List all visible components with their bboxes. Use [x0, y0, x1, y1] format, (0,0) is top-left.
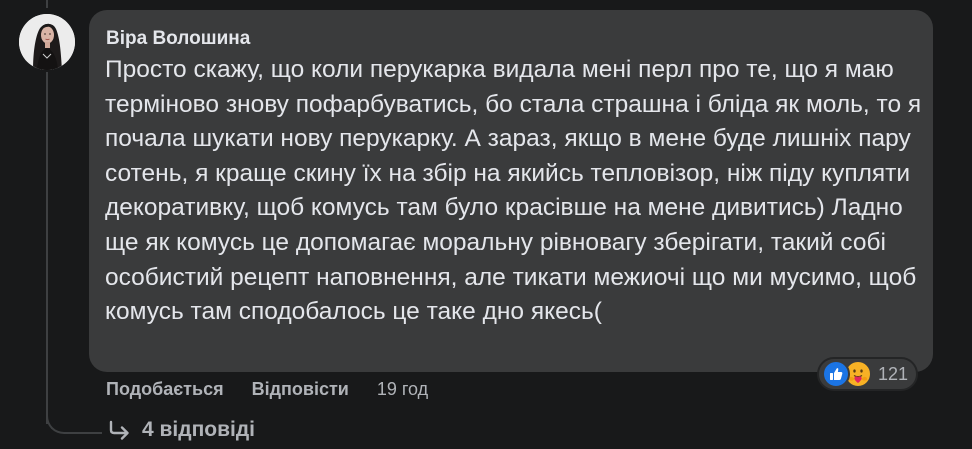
comment-thread: Віра Волошина Просто скажу, що коли перу… — [0, 0, 972, 449]
comment-text: Просто скажу, що коли перукарка видала м… — [105, 56, 922, 326]
reactions-summary[interactable]: 121 — [817, 357, 919, 391]
thread-connector-curve — [46, 404, 102, 434]
avatar-portrait-image — [19, 14, 75, 70]
view-replies-button[interactable]: 4 відповіді — [108, 418, 255, 442]
like-icon — [822, 360, 850, 388]
avatar[interactable] — [19, 14, 75, 70]
comment-timestamp[interactable]: 19 год — [377, 379, 428, 400]
reactions-count: 121 — [878, 363, 909, 384]
comment-author[interactable]: Віра Волошина — [106, 28, 250, 50]
thread-connector-top — [46, 0, 48, 8]
reply-button[interactable]: Відповісти — [252, 379, 349, 400]
comment-actions: Подобається Відповісти 19 год — [106, 376, 428, 402]
reply-arrow-icon — [108, 420, 132, 440]
like-button[interactable]: Подобається — [106, 379, 224, 400]
thread-connector — [46, 72, 48, 424]
replies-count-label: 4 відповіді — [142, 418, 256, 441]
